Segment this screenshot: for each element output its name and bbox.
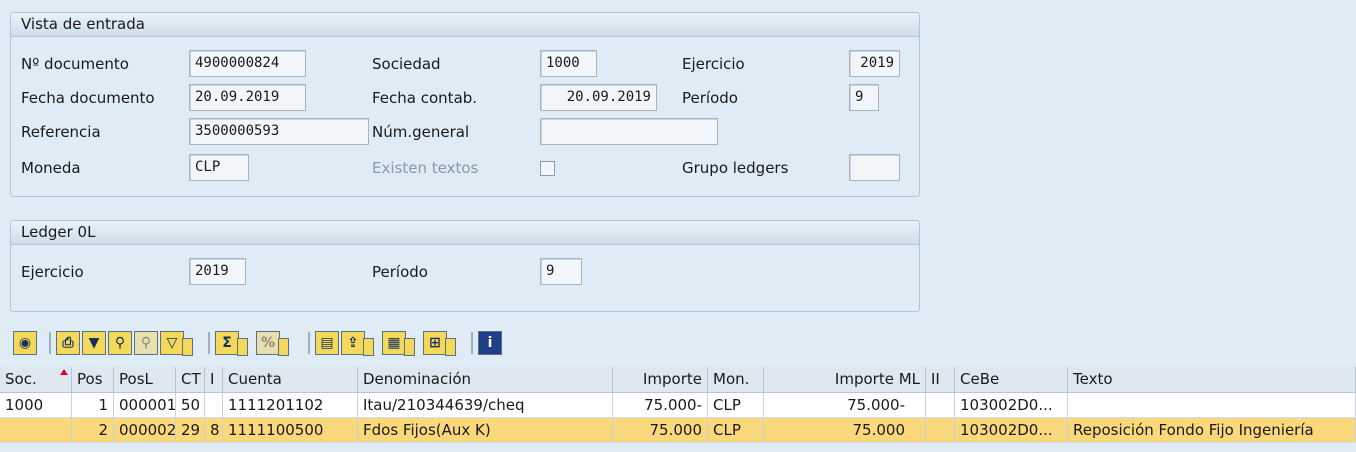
doc-no-field[interactable]: 4900000824 xyxy=(189,50,306,77)
company-field[interactable]: 1000 xyxy=(540,50,597,77)
cell-texto: Reposición Fondo Fijo Ingeniería xyxy=(1068,418,1356,443)
cell-importe: 75.000- xyxy=(613,393,708,418)
sort-ascending-icon xyxy=(60,369,68,375)
cell-mon: CLP xyxy=(708,393,764,418)
cell-i xyxy=(205,393,223,418)
col-header-posl[interactable]: PosL xyxy=(114,367,176,393)
col-header-importe[interactable]: Importe xyxy=(613,367,708,393)
general-no-field[interactable] xyxy=(540,118,718,145)
cell-importe: 75.000 xyxy=(613,418,708,443)
cell-cuenta: 1111100500 xyxy=(223,418,358,443)
col-header-cuenta[interactable]: Cuenta xyxy=(223,367,358,393)
ledger-period-field[interactable]: 9 xyxy=(540,258,582,285)
entry-view-group: Vista de entrada Nº documento 4900000824… xyxy=(10,12,920,197)
ledger-fiscal-year-field[interactable]: 2019 xyxy=(189,258,246,285)
col-header-ii[interactable]: II xyxy=(926,367,955,393)
reference-label: Referencia xyxy=(21,123,101,141)
table-row[interactable]: 2 000002 29 8 1111100500 Fdos Fijos(Aux … xyxy=(0,418,1356,443)
cell-i: 8 xyxy=(205,418,223,443)
subtotal-icon[interactable]: % xyxy=(256,331,289,356)
cell-cebe: 103002D0... xyxy=(955,393,1068,418)
company-label: Sociedad xyxy=(372,55,441,73)
cell-texto xyxy=(1068,393,1356,418)
cell-pos: 2 xyxy=(72,418,114,443)
ledger-title: Ledger 0L xyxy=(11,221,919,245)
line-items-table: Soc. Pos PosL CT I Cuenta Denominación I… xyxy=(0,367,1356,443)
doc-date-label: Fecha documento xyxy=(21,89,155,107)
ledger-group: Ledger 0L Ejercicio 2019 Período 9 xyxy=(10,220,920,312)
cell-denominacion: Itau/210344639/cheq xyxy=(358,393,613,418)
cell-posl: 000001 xyxy=(114,393,176,418)
currency-label: Moneda xyxy=(21,159,81,177)
texts-exist-label: Existen textos xyxy=(372,159,479,177)
doc-no-label: Nº documento xyxy=(21,55,129,73)
cell-ii xyxy=(926,418,955,443)
reference-field[interactable]: 3500000593 xyxy=(189,118,369,145)
col-header-texto[interactable]: Texto xyxy=(1068,367,1356,393)
cell-soc xyxy=(0,418,72,443)
find-next-icon[interactable]: ⚲ xyxy=(134,331,158,355)
cell-mon: CLP xyxy=(708,418,764,443)
entry-view-title: Vista de entrada xyxy=(11,13,919,37)
sum-icon[interactable]: Σ xyxy=(208,331,248,356)
cell-cuenta: 1111201102 xyxy=(223,393,358,418)
general-no-label: Núm.general xyxy=(372,123,470,141)
col-header-importe-ml[interactable]: Importe ML xyxy=(764,367,926,393)
table-row[interactable]: 1000 1 000001 50 1111201102 Itau/2103446… xyxy=(0,393,1356,418)
doc-date-field[interactable]: 20.09.2019 xyxy=(189,84,306,111)
filter-icon[interactable]: ▼ xyxy=(82,331,106,355)
period-field[interactable]: 9 xyxy=(849,84,879,111)
print-icon[interactable]: ⎙ xyxy=(49,331,80,355)
cell-ct: 50 xyxy=(176,393,205,418)
filter-menu-icon[interactable]: ▽ xyxy=(160,331,193,356)
col-header-cebe[interactable]: CeBe xyxy=(955,367,1068,393)
find-icon[interactable]: ⚲ xyxy=(108,331,132,355)
export-icon[interactable]: ⇪ xyxy=(341,331,374,356)
fiscal-year-field[interactable]: 2019 xyxy=(849,50,900,77)
cell-importe-ml: 75.000- xyxy=(764,393,926,418)
currency-field[interactable]: CLP xyxy=(189,154,249,181)
period-label: Período xyxy=(682,89,738,107)
col-header-i[interactable]: I xyxy=(205,367,223,393)
fiscal-year-label: Ejercicio xyxy=(682,55,745,73)
cell-cebe: 103002D0... xyxy=(955,418,1068,443)
posting-date-field[interactable]: 20.09.2019 xyxy=(540,84,657,111)
cell-ii xyxy=(926,393,955,418)
posting-date-label: Fecha contab. xyxy=(372,89,478,107)
info-icon[interactable]: i xyxy=(471,331,502,355)
cell-denominacion: Fdos Fijos(Aux K) xyxy=(358,418,613,443)
ledger-period-label: Período xyxy=(372,263,428,281)
cell-soc: 1000 xyxy=(0,393,72,418)
layout-icon[interactable]: ▦ xyxy=(382,331,415,356)
alv-toolbar: ◉ ⎙ ▼ ⚲ ⚲ ▽ Σ % ▤ ⇪ ▦ ⊞ i xyxy=(10,329,1356,367)
col-header-ct[interactable]: CT xyxy=(176,367,205,393)
column-icon[interactable]: ⊞ xyxy=(423,331,456,356)
details-icon[interactable]: ◉ xyxy=(13,331,37,355)
col-header-pos[interactable]: Pos xyxy=(72,367,114,393)
cell-ct: 29 xyxy=(176,418,205,443)
cell-pos: 1 xyxy=(72,393,114,418)
col-header-denominacion[interactable]: Denominación xyxy=(358,367,613,393)
texts-exist-checkbox[interactable] xyxy=(540,161,555,176)
col-header-mon[interactable]: Mon. xyxy=(708,367,764,393)
table-header-row: Soc. Pos PosL CT I Cuenta Denominación I… xyxy=(0,367,1356,393)
ledger-fiscal-year-label: Ejercicio xyxy=(21,263,84,281)
ledger-group-label: Grupo ledgers xyxy=(682,159,789,177)
cell-posl: 000002 xyxy=(114,418,176,443)
ledger-group-field[interactable] xyxy=(849,154,900,181)
print-preview-icon[interactable]: ▤ xyxy=(308,331,339,355)
cell-importe-ml: 75.000 xyxy=(764,418,926,443)
